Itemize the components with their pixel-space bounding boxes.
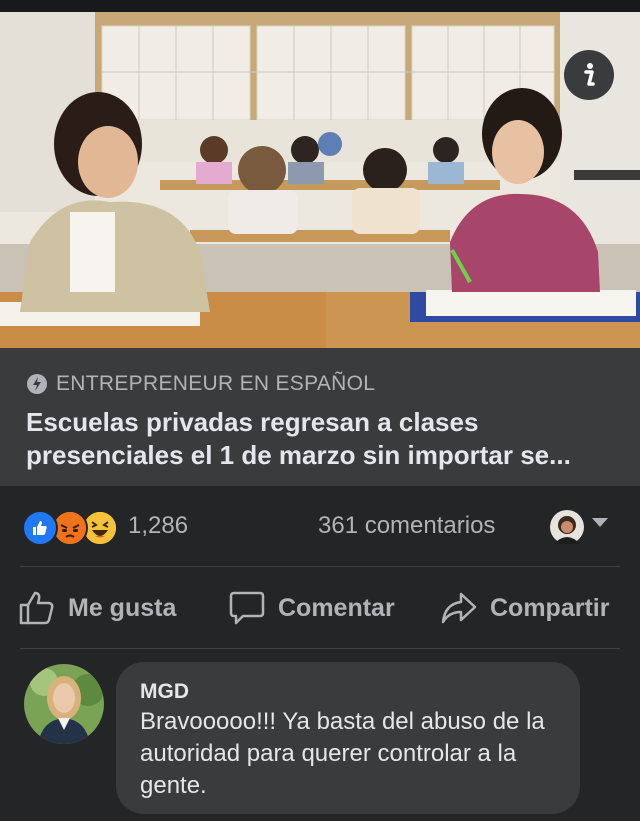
like-button[interactable]: Me gusta xyxy=(18,568,176,648)
avatar[interactable] xyxy=(24,664,104,744)
comment-button[interactable]: Comentar xyxy=(228,568,395,648)
comment-author[interactable]: MGD xyxy=(140,680,189,704)
comment-count[interactable]: 361 comentarios xyxy=(318,512,495,540)
reaction-icons[interactable] xyxy=(22,510,118,546)
comment-text: Bravooooo!!! Ya basta del abuso de la au… xyxy=(140,708,545,799)
share-arrow-icon xyxy=(441,592,477,624)
comment-bubble[interactable]: MGD Bravooooo!!! Ya basta del abuso de l… xyxy=(116,662,580,814)
like-label: Me gusta xyxy=(68,593,177,622)
viewer-avatar[interactable] xyxy=(550,510,584,544)
thumbs-up-icon xyxy=(19,591,54,625)
classroom-photo xyxy=(0,12,640,348)
reaction-count[interactable]: 1,286 xyxy=(128,512,188,540)
comment-bubble-icon xyxy=(229,591,265,625)
divider xyxy=(20,566,620,567)
top-strip xyxy=(0,0,640,12)
reaction-summary: 1,286 361 comentarios xyxy=(0,502,640,556)
link-preview-image[interactable] xyxy=(0,12,640,348)
like-icon xyxy=(22,510,58,546)
chevron-down-icon[interactable] xyxy=(590,516,610,530)
share-button[interactable]: Compartir xyxy=(440,568,609,648)
share-label: Compartir xyxy=(490,593,610,622)
info-icon xyxy=(584,63,595,86)
info-button[interactable] xyxy=(564,50,614,100)
link-headline[interactable]: Escuelas privadas regresan a clases pres… xyxy=(26,406,626,472)
link-source-label: ENTREPRENEUR EN ESPAÑOL xyxy=(56,372,376,395)
lightning-icon xyxy=(27,374,47,394)
link-source: ENTREPRENEUR EN ESPAÑOL xyxy=(26,372,375,396)
comment-label: Comentar xyxy=(278,593,395,622)
divider xyxy=(20,648,620,649)
post-actions: Me gusta Comentar Compartir xyxy=(0,568,640,648)
